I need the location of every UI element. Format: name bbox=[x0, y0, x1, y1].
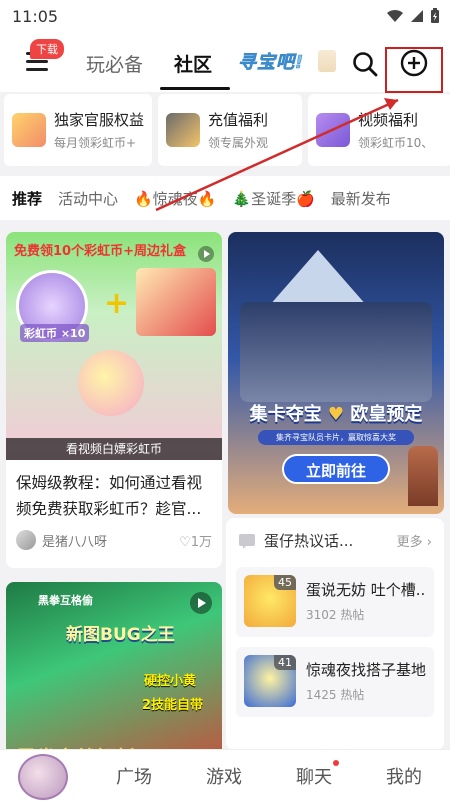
download-badge[interactable]: 下载 bbox=[30, 39, 64, 59]
video-play-icon bbox=[190, 592, 212, 614]
nav-plaza[interactable]: 广场 bbox=[116, 763, 152, 789]
castle-graphic bbox=[408, 446, 438, 506]
signal-icon bbox=[411, 10, 423, 22]
event-cta-button[interactable]: 立即前往 bbox=[282, 454, 390, 484]
gift-icon bbox=[12, 113, 46, 147]
character-graphic bbox=[78, 350, 144, 416]
event-subline: 集齐寻宝队员卡片，赢取惊喜大奖 bbox=[258, 430, 414, 445]
subtab-recommended[interactable]: 推荐 bbox=[12, 188, 42, 209]
like-count[interactable]: ♡1万 bbox=[179, 531, 212, 550]
subtab-christmas[interactable]: 🎄圣诞季🍎 bbox=[232, 188, 314, 209]
sub-tabs: 推荐 活动中心 🔥惊魂夜🔥 🎄圣诞季🍎 最新发布 bbox=[0, 176, 450, 220]
status-time: 11:05 bbox=[12, 6, 59, 26]
card-subtitle: 领专属外观 bbox=[208, 136, 269, 150]
card-title: 视频福利 bbox=[358, 111, 419, 129]
topic-count-badge: 41 bbox=[274, 655, 296, 670]
topic-title: 蛋说无妨 吐个槽... bbox=[306, 581, 426, 599]
bottom-nav: 广场 游戏 聊天 我的 bbox=[0, 749, 450, 801]
discussion-title: 蛋仔热议话... bbox=[264, 532, 354, 550]
topic-item[interactable]: 45 蛋说无妨 吐个槽... 3102 热帖 bbox=[236, 567, 434, 637]
coin-label: 彩虹币 ×10 bbox=[20, 324, 90, 342]
event-headline-right: 欧皇预定 bbox=[350, 404, 423, 425]
home-avatar-icon[interactable] bbox=[18, 754, 68, 800]
event-banner-card[interactable]: 集卡夺宝 ♥ 欧皇预定 集齐寻宝队员卡片，赢取惊喜大奖 立即前往 bbox=[228, 232, 444, 514]
post-card[interactable]: 黑拳互格偷 新图BUG之王 硬控小黄 2技能自带 黑拳实战解析 bbox=[6, 582, 222, 750]
topic-post-count: 3102 热帖 bbox=[306, 608, 365, 622]
video-play-icon bbox=[198, 246, 214, 262]
tab-essentials[interactable]: 玩必备 bbox=[86, 50, 143, 77]
character-icon bbox=[166, 113, 201, 147]
feed: 免费领10个彩虹币+周边礼盒 彩虹币 ×10 + 看视频白嫖彩虹币 保姆级教程：… bbox=[0, 222, 450, 750]
nav-chat[interactable]: 聊天 bbox=[296, 763, 332, 789]
post-side-text-1: 硬控小黄 bbox=[144, 674, 197, 689]
status-bar: 11:05 bbox=[0, 0, 450, 32]
plus-icon: + bbox=[104, 286, 130, 321]
avatar[interactable] bbox=[16, 530, 36, 550]
card-title: 独家官服权益 bbox=[54, 111, 145, 129]
chat-notification-dot bbox=[333, 760, 339, 766]
topic-title: 惊魂夜找搭子基地 bbox=[306, 661, 426, 679]
treasure-logo-tab[interactable]: 寻宝吧! bbox=[238, 48, 304, 74]
topic-thumbnail: 41 bbox=[244, 655, 296, 707]
chat-bubble-icon bbox=[239, 533, 255, 549]
search-icon[interactable] bbox=[352, 51, 378, 77]
add-button-highlight-box bbox=[385, 47, 443, 93]
heart-icon: ♥ bbox=[327, 404, 345, 425]
subtab-horror-night[interactable]: 🔥惊魂夜🔥 bbox=[134, 188, 216, 209]
event-headline-left: 集卡夺宝 bbox=[249, 404, 322, 425]
battery-icon bbox=[431, 8, 439, 23]
faded-logo-icon[interactable] bbox=[318, 50, 336, 72]
top-nav: 下载 玩必备 社区 寻宝吧! bbox=[0, 32, 450, 92]
hot-discussion-module: 蛋仔热议话... 更多 › 45 蛋说无妨 吐个槽... 3102 热帖 41 … bbox=[226, 518, 444, 750]
topic-thumbnail: 45 bbox=[244, 575, 296, 627]
active-tab-underline bbox=[160, 87, 230, 90]
post-side-text-2: 2技能自带 bbox=[142, 698, 204, 713]
post-image: 免费领10个彩虹币+周边礼盒 彩虹币 ×10 + 看视频白嫖彩虹币 bbox=[6, 232, 222, 460]
post-card[interactable]: 免费领10个彩虹币+周边礼盒 彩虹币 ×10 + 看视频白嫖彩虹币 保姆级教程：… bbox=[6, 232, 222, 568]
post-banner-text: 免费领10个彩虹币+周边礼盒 bbox=[14, 244, 186, 259]
status-icons bbox=[386, 8, 440, 24]
subtab-latest[interactable]: 最新发布 bbox=[331, 188, 391, 209]
card-subtitle: 领彩虹币10、 bbox=[358, 136, 434, 150]
nav-me[interactable]: 我的 bbox=[386, 763, 422, 789]
discussion-header[interactable]: 蛋仔热议话... 更多 › bbox=[226, 518, 444, 563]
group-photo-graphic bbox=[240, 302, 432, 402]
topic-post-count: 1425 热帖 bbox=[306, 688, 365, 702]
post-title[interactable]: 保姆级教程：如何通过看视频免费获取彩虹币？趁官... bbox=[6, 460, 222, 522]
card-subtitle: 每月领彩虹币+ bbox=[54, 136, 137, 150]
coin-icon bbox=[316, 113, 351, 147]
tab-community[interactable]: 社区 bbox=[174, 50, 212, 77]
post-author[interactable]: 是猪八八呀 bbox=[42, 531, 107, 550]
wifi-icon bbox=[387, 9, 403, 22]
topic-count-badge: 45 bbox=[274, 575, 296, 590]
event-banner-image: 集卡夺宝 ♥ 欧皇预定 集齐寻宝队员卡片，赢取惊喜大奖 立即前往 bbox=[228, 232, 444, 514]
post-headline: 新图BUG之王 bbox=[66, 625, 175, 645]
card-video-benefits[interactable]: 视频福利 领彩虹币10、 bbox=[308, 94, 450, 166]
discussion-more-link[interactable]: 更多 › bbox=[397, 531, 432, 550]
post-image: 黑拳互格偷 新图BUG之王 硬控小黄 2技能自带 黑拳实战解析 bbox=[6, 582, 222, 750]
post-meta: 是猪八八呀 ♡1万 bbox=[6, 522, 222, 558]
card-official-benefits[interactable]: 独家官服权益 每月领彩虹币+ bbox=[4, 94, 153, 166]
card-title: 充值福利 bbox=[208, 111, 269, 129]
post-label: 黑拳互格偷 bbox=[38, 594, 93, 607]
gift-box-graphic bbox=[136, 268, 216, 336]
post-caption: 看视频白嫖彩虹币 bbox=[6, 438, 222, 460]
event-headline: 集卡夺宝 ♥ 欧皇预定 bbox=[240, 400, 432, 426]
feature-cards: 独家官服权益 每月领彩虹币+ 充值福利 领专属外观 视频福利 领彩虹币10、 bbox=[0, 92, 450, 172]
topic-item[interactable]: 41 惊魂夜找搭子基地 1425 热帖 bbox=[236, 647, 434, 717]
subtab-activity-center[interactable]: 活动中心 bbox=[58, 188, 118, 209]
card-recharge-benefits[interactable]: 充值福利 领专属外观 bbox=[158, 94, 303, 166]
nav-games[interactable]: 游戏 bbox=[206, 763, 242, 789]
